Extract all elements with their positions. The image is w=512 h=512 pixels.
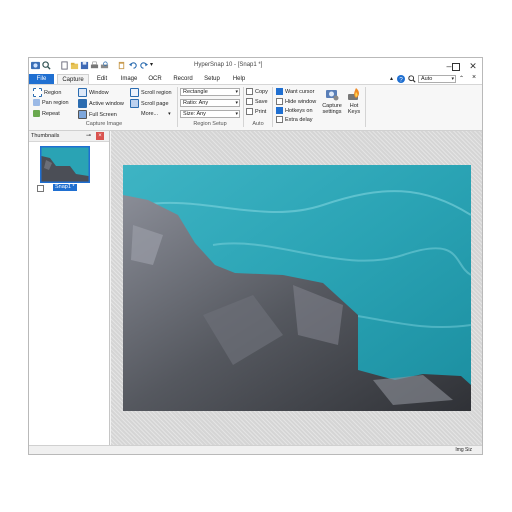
repeat-icon	[33, 110, 40, 118]
pan-region-icon	[33, 99, 40, 107]
svg-text:?: ?	[399, 76, 403, 83]
checkbox-checked	[276, 88, 283, 96]
region-button[interactable]: Region	[33, 88, 61, 97]
thumbnail-checkbox[interactable]	[37, 185, 44, 192]
group-label-auto: Auto	[252, 121, 264, 127]
collapse-arrow-icon[interactable]: ▴	[390, 75, 393, 82]
extra-delay-checkbox[interactable]: Extra delay	[276, 116, 313, 124]
full-screen-icon	[78, 110, 87, 119]
new-file-icon[interactable]	[60, 61, 69, 70]
thumbnail-image[interactable]	[40, 146, 90, 183]
thumbnail-label[interactable]: Snap1 *	[53, 184, 77, 191]
pin-icon[interactable]: ⊸	[86, 131, 91, 141]
chevron-down-icon: ▾	[235, 89, 238, 95]
status-bar: Img Siz	[29, 445, 482, 454]
group-separator	[177, 87, 178, 127]
checkbox-box	[246, 98, 253, 106]
tab-setup[interactable]: Setup	[200, 74, 224, 84]
print-checkbox[interactable]: Print	[246, 108, 266, 116]
close-button[interactable]: ✕	[466, 60, 480, 72]
copy-checkbox[interactable]: Copy	[246, 88, 268, 96]
shape-select[interactable]: Rectangle ▾	[180, 88, 240, 96]
tab-help[interactable]: Help	[228, 74, 250, 84]
undo-icon[interactable]	[129, 61, 138, 70]
redo-icon[interactable]	[139, 61, 148, 70]
checkbox-checked	[276, 107, 283, 115]
zoom-select[interactable]: Auto ▾	[418, 75, 456, 83]
capture-settings-button[interactable]: Capture settings	[320, 87, 344, 119]
close-ribbon-icon[interactable]: ×	[472, 74, 476, 81]
close-panel-button[interactable]: ×	[96, 132, 104, 140]
magnifier-icon[interactable]	[42, 61, 51, 70]
group-separator	[365, 87, 366, 127]
repeat-button[interactable]: Repeat	[33, 110, 60, 118]
scroll-page-button[interactable]: Scroll page	[130, 99, 169, 108]
chevron-down-icon: ▾	[235, 100, 238, 106]
hide-window-checkbox[interactable]: Hide window	[276, 98, 316, 106]
scroll-page-icon	[130, 99, 139, 108]
tab-edit[interactable]: Edit	[91, 74, 113, 84]
quick-access-dropdown-icon[interactable]: ▾	[150, 61, 159, 70]
pan-region-button[interactable]: Pan region	[33, 99, 69, 107]
chevron-down-icon: ▾	[451, 76, 454, 82]
want-cursor-checkbox[interactable]: Want cursor	[276, 88, 314, 96]
save-checkbox[interactable]: Save	[246, 98, 268, 106]
ribbon-capture: Region Pan region Repeat Window Active w…	[29, 85, 482, 131]
region-icon	[33, 88, 42, 97]
tab-file[interactable]: File	[29, 74, 54, 84]
chevron-down-icon: ▾	[235, 111, 238, 117]
help-icon[interactable]: ?	[397, 75, 405, 83]
app-window: ▾ HyperSnap 10 - [Snap1 *] – ✕ File Capt…	[28, 57, 483, 455]
app-logo-icon	[31, 61, 40, 70]
checkbox-box	[276, 116, 283, 124]
thumbnails-panel: Thumbnails ⊸ × Snap1 *	[29, 131, 110, 446]
thumbnails-title: Thumbnails	[31, 133, 60, 139]
open-folder-icon[interactable]	[70, 61, 79, 70]
thumbnails-header: Thumbnails ⊸ ×	[29, 131, 109, 142]
tab-capture[interactable]: Capture	[57, 74, 89, 84]
ratio-select[interactable]: Ratio: Any ▾	[180, 99, 240, 107]
maximize-button[interactable]	[449, 60, 463, 72]
print-icon[interactable]	[90, 61, 99, 70]
checkbox-box	[246, 88, 253, 96]
more-button[interactable]: More... ▾	[141, 110, 171, 118]
tab-image[interactable]: Image	[117, 74, 141, 84]
chevron-down-icon: ▾	[168, 111, 171, 117]
active-window-icon	[78, 99, 87, 108]
size-select[interactable]: Size: Any ▾	[180, 110, 240, 118]
hotkeys-on-checkbox[interactable]: Hotkeys on	[276, 107, 313, 115]
tab-record[interactable]: Record	[170, 74, 196, 84]
scroll-region-button[interactable]: Scroll region	[130, 88, 172, 97]
checkbox-box	[276, 98, 283, 106]
group-label-region-setup: Region Setup	[193, 121, 227, 127]
captured-image[interactable]	[123, 165, 471, 411]
group-separator	[272, 87, 273, 127]
capture-settings-icon	[326, 90, 339, 101]
save-icon[interactable]	[80, 61, 89, 70]
window-button[interactable]: Window	[78, 88, 109, 97]
scroll-region-icon	[130, 88, 139, 97]
tab-ocr[interactable]: OCR	[144, 74, 166, 84]
zoom-icon[interactable]	[408, 75, 416, 83]
hot-keys-flame-icon	[348, 88, 359, 100]
checkbox-box	[246, 108, 253, 116]
spin-up-icon[interactable]: ⌃	[459, 75, 464, 82]
image-canvas	[111, 131, 482, 447]
active-window-button[interactable]: Active window	[78, 99, 124, 108]
print-preview-icon[interactable]	[100, 61, 109, 70]
title-bar: ▾ HyperSnap 10 - [Snap1 *] – ✕	[29, 58, 482, 74]
window-icon	[78, 88, 87, 97]
clipboard-icon[interactable]	[117, 61, 126, 70]
status-image-size: Img Siz	[455, 447, 472, 453]
zoom-value: Auto	[421, 76, 433, 82]
full-screen-button[interactable]: Full Screen	[78, 110, 117, 119]
group-label-capture-image: Capture Image	[85, 121, 123, 127]
window-title: HyperSnap 10 - [Snap1 *]	[194, 62, 263, 68]
ribbon-tab-bar: File Capture Edit Image OCR Record Setup…	[29, 74, 482, 85]
hot-keys-button[interactable]: Hot Keys	[345, 87, 363, 119]
